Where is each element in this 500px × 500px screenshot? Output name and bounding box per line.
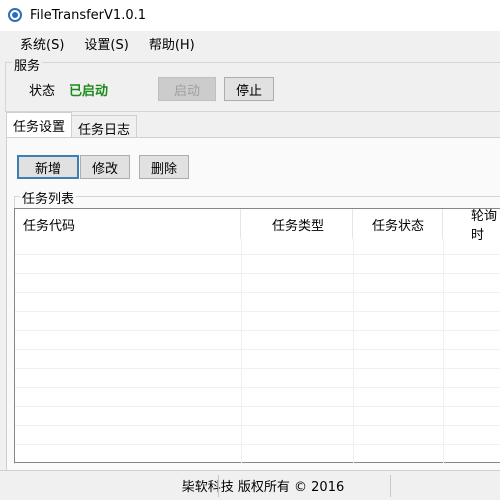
status-value: 已启动 [69, 84, 109, 99]
window-title: FileTransferV1.0.1 [30, 7, 146, 23]
column-header-task-code[interactable]: 任务代码 [15, 209, 241, 239]
tab-strip: 任务设置 任务日志 [6, 112, 138, 138]
menu-system[interactable]: 系统(S) [10, 34, 74, 53]
menu-help[interactable]: 帮助(H) [139, 34, 205, 53]
service-legend: 服务 [12, 55, 43, 74]
menu-settings[interactable]: 设置(S) [74, 34, 138, 53]
task-list-legend: 任务列表 [20, 188, 77, 207]
status-separator [218, 475, 219, 497]
app-logo-icon [8, 8, 22, 22]
delete-button[interactable]: 删除 [139, 155, 189, 179]
stop-button[interactable]: 停止 [224, 77, 274, 101]
column-header-task-type[interactable]: 任务类型 [241, 209, 353, 239]
task-list-header: 任务代码 任务类型 任务状态 轮询时 [15, 209, 500, 243]
column-header-poll[interactable]: 轮询时 [443, 209, 500, 243]
menu-bar: 系统(S) 设置(S) 帮助(H) [0, 31, 500, 55]
start-button[interactable]: 启动 [158, 77, 216, 101]
add-button[interactable]: 新增 [17, 155, 79, 179]
title-bar: FileTransferV1.0.1 [0, 0, 500, 30]
edit-button[interactable]: 修改 [80, 155, 130, 179]
tab-task-log[interactable]: 任务日志 [71, 115, 138, 138]
copyright-text: 枈软科技 版权所有 © 2016 [181, 480, 345, 495]
status-bar: 枈软科技 版权所有 © 2016 [0, 470, 500, 500]
status-separator [390, 475, 391, 497]
tab-task-settings[interactable]: 任务设置 [6, 112, 73, 138]
task-list-view[interactable]: 任务代码 任务类型 任务状态 轮询时 [14, 208, 500, 463]
status-label: 状态 [29, 84, 56, 99]
column-header-task-status[interactable]: 任务状态 [353, 209, 443, 239]
